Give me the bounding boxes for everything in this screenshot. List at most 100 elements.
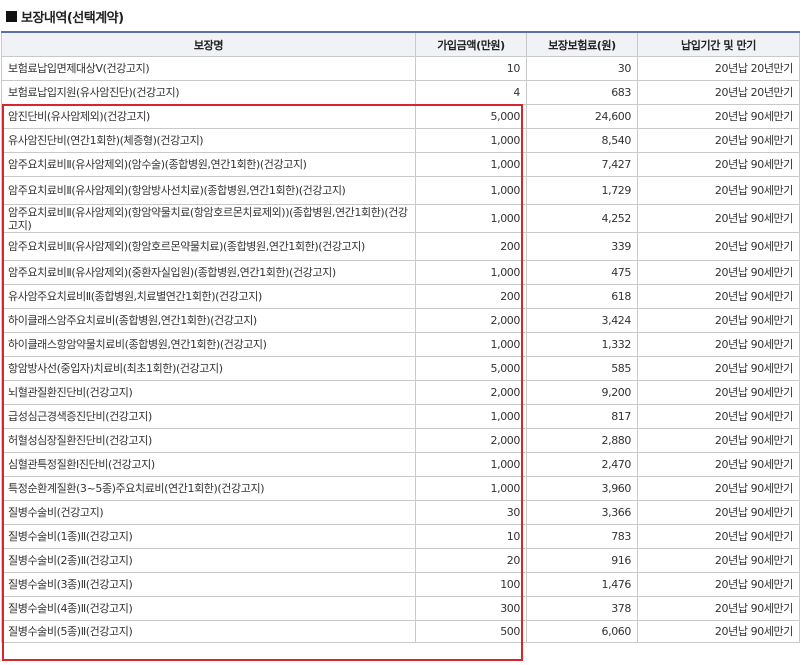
coverage-name-cell: 허혈성심장질환진단비(건강고지) bbox=[1, 428, 416, 453]
period-cell: 20년납 90세만기 bbox=[637, 404, 800, 429]
table-row: 하이클래스항암약물치료비(종합병원,연간1회한)(건강고지) 1,000 1,332… bbox=[1, 332, 800, 357]
period-cell: 20년납 90세만기 bbox=[637, 104, 800, 129]
section-title-text: 보장내역(선택계약) bbox=[21, 10, 124, 26]
table-row: 질병수술비(4종)Ⅱ(건강고지) 300 378 20년납 90세만기 bbox=[1, 596, 800, 621]
period-cell: 20년납 90세만기 bbox=[637, 596, 800, 621]
period-cell: 20년납 90세만기 bbox=[637, 356, 800, 381]
amount-cell: 1,000 bbox=[415, 404, 527, 429]
premium-cell: 585 bbox=[526, 356, 638, 381]
table-row: 하이클래스암주요치료비(종합병원,연간1회한)(건강고지) 2,000 3,424 2… bbox=[1, 308, 800, 333]
period-cell: 20년납 20년만기 bbox=[637, 56, 800, 81]
amount-cell: 2,000 bbox=[415, 380, 527, 405]
amount-cell: 500 bbox=[415, 620, 527, 643]
col-header-period: 납입기간 및 만기 bbox=[637, 31, 800, 57]
table-body: 보험료납입면제대상Ⅴ(건강고지) 10 30 20년납 20년만기 보험료납입지원(유사… bbox=[1, 56, 800, 643]
coverage-name-cell: 보험료납입면제대상Ⅴ(건강고지) bbox=[1, 56, 416, 81]
period-cell: 20년납 90세만기 bbox=[637, 500, 800, 525]
period-cell: 20년납 90세만기 bbox=[637, 452, 800, 477]
amount-cell: 1,000 bbox=[415, 128, 527, 153]
premium-cell: 2,470 bbox=[526, 452, 638, 477]
premium-cell: 4,252 bbox=[526, 204, 638, 233]
period-cell: 20년납 90세만기 bbox=[637, 308, 800, 333]
table-row: 질병수술비(건강고지) 30 3,366 20년납 90세만기 bbox=[1, 500, 800, 525]
amount-cell: 200 bbox=[415, 232, 527, 261]
coverage-name-cell: 암주요치료비Ⅱ(유사암제외)(항암방사선치료)(종합병원,연간1회한)(건강고지… bbox=[1, 176, 416, 205]
table-row: 허혈성심장질환진단비(건강고지) 2,000 2,880 20년납 90세만기 bbox=[1, 428, 800, 453]
coverage-name-cell: 암주요치료비Ⅱ(유사암제외)(항암약물치료(항암호르몬치료제외))(종합병원,연… bbox=[1, 204, 416, 233]
coverage-name-cell: 질병수술비(3종)Ⅱ(건강고지) bbox=[1, 572, 416, 597]
premium-cell: 3,960 bbox=[526, 476, 638, 501]
table-row: 보험료납입면제대상Ⅴ(건강고지) 10 30 20년납 20년만기 bbox=[1, 56, 800, 81]
table-row: 급성심근경색증진단비(건강고지) 1,000 817 20년납 90세만기 bbox=[1, 404, 800, 429]
coverage-name-cell: 급성심근경색증진단비(건강고지) bbox=[1, 404, 416, 429]
coverage-name-cell: 하이클래스암주요치료비(종합병원,연간1회한)(건강고지) bbox=[1, 308, 416, 333]
period-cell: 20년납 90세만기 bbox=[637, 572, 800, 597]
premium-cell: 6,060 bbox=[526, 620, 638, 643]
period-cell: 20년납 20년만기 bbox=[637, 80, 800, 105]
amount-cell: 1,000 bbox=[415, 260, 527, 285]
premium-cell: 378 bbox=[526, 596, 638, 621]
premium-cell: 339 bbox=[526, 232, 638, 261]
table-row: 암주요치료비Ⅱ(유사암제외)(항암약물치료(항암호르몬치료제외))(종합병원,연… bbox=[1, 204, 800, 233]
coverage-name-cell: 암진단비(유사암제외)(건강고지) bbox=[1, 104, 416, 129]
period-cell: 20년납 90세만기 bbox=[637, 380, 800, 405]
table-row: 암진단비(유사암제외)(건강고지) 5,000 24,600 20년납 90세만기 bbox=[1, 104, 800, 129]
table-row: 유사암주요치료비Ⅱ(종합병원,치료별연간1회한)(건강고지) 200 618 20년납… bbox=[1, 284, 800, 309]
coverage-name-cell: 유사암주요치료비Ⅱ(종합병원,치료별연간1회한)(건강고지) bbox=[1, 284, 416, 309]
amount-cell: 200 bbox=[415, 284, 527, 309]
coverage-name-cell: 질병수술비(건강고지) bbox=[1, 500, 416, 525]
amount-cell: 300 bbox=[415, 596, 527, 621]
premium-cell: 2,880 bbox=[526, 428, 638, 453]
amount-cell: 1,000 bbox=[415, 476, 527, 501]
premium-cell: 683 bbox=[526, 80, 638, 105]
col-header-coverage-name: 보장명 bbox=[1, 31, 416, 57]
coverage-name-cell: 하이클래스항암약물치료비(종합병원,연간1회한)(건강고지) bbox=[1, 332, 416, 357]
table-row: 보험료납입지원(유사암진단)(건강고지) 4 683 20년납 20년만기 bbox=[1, 80, 800, 105]
period-cell: 20년납 90세만기 bbox=[637, 128, 800, 153]
coverage-name-cell: 질병수술비(2종)Ⅱ(건강고지) bbox=[1, 548, 416, 573]
table-row: 특정순환계질환(3~5종)주요치료비(연간1회한)(건강고지) 1,000 3,96… bbox=[1, 476, 800, 501]
table-row: 질병수술비(5종)Ⅱ(건강고지) 500 6,060 20년납 90세만기 bbox=[1, 620, 800, 643]
premium-cell: 8,540 bbox=[526, 128, 638, 153]
coverage-name-cell: 암주요치료비Ⅱ(유사암제외)(암수술)(종합병원,연간1회한)(건강고지) bbox=[1, 152, 416, 177]
coverage-name-cell: 심혈관특정질환Ⅰ진단비(건강고지) bbox=[1, 452, 416, 477]
period-cell: 20년납 90세만기 bbox=[637, 524, 800, 549]
amount-cell: 100 bbox=[415, 572, 527, 597]
table-row: 질병수술비(3종)Ⅱ(건강고지) 100 1,476 20년납 90세만기 bbox=[1, 572, 800, 597]
table-row: 암주요치료비Ⅱ(유사암제외)(항암호르몬약물치료)(종합병원,연간1회한)(건강… bbox=[1, 232, 800, 261]
amount-cell: 1,000 bbox=[415, 152, 527, 177]
amount-cell: 2,000 bbox=[415, 428, 527, 453]
period-cell: 20년납 90세만기 bbox=[637, 204, 800, 233]
col-header-amount: 가입금액(만원) bbox=[415, 31, 527, 57]
amount-cell: 30 bbox=[415, 500, 527, 525]
table-row: 암주요치료비Ⅱ(유사암제외)(암수술)(종합병원,연간1회한)(건강고지) 1,0… bbox=[1, 152, 800, 177]
coverage-name-cell: 유사암진단비(연간1회한)(체증형)(건강고지) bbox=[1, 128, 416, 153]
premium-cell: 475 bbox=[526, 260, 638, 285]
premium-cell: 618 bbox=[526, 284, 638, 309]
period-cell: 20년납 90세만기 bbox=[637, 476, 800, 501]
amount-cell: 10 bbox=[415, 524, 527, 549]
table-row: 질병수술비(2종)Ⅱ(건강고지) 20 916 20년납 90세만기 bbox=[1, 548, 800, 573]
amount-cell: 1,000 bbox=[415, 452, 527, 477]
premium-cell: 1,332 bbox=[526, 332, 638, 357]
premium-cell: 3,366 bbox=[526, 500, 638, 525]
period-cell: 20년납 90세만기 bbox=[637, 548, 800, 573]
amount-cell: 1,000 bbox=[415, 204, 527, 233]
period-cell: 20년납 90세만기 bbox=[637, 232, 800, 261]
coverage-name-cell: 암주요치료비Ⅱ(유사암제외)(항암호르몬약물치료)(종합병원,연간1회한)(건강… bbox=[1, 232, 416, 261]
premium-cell: 783 bbox=[526, 524, 638, 549]
premium-cell: 1,476 bbox=[526, 572, 638, 597]
premium-cell: 817 bbox=[526, 404, 638, 429]
amount-cell: 2,000 bbox=[415, 308, 527, 333]
period-cell: 20년납 90세만기 bbox=[637, 620, 800, 643]
table-row: 암주요치료비Ⅱ(유사암제외)(항암방사선치료)(종합병원,연간1회한)(건강고지… bbox=[1, 176, 800, 205]
coverage-name-cell: 질병수술비(5종)Ⅱ(건강고지) bbox=[1, 620, 416, 643]
table-row: 질병수술비(1종)Ⅱ(건강고지) 10 783 20년납 90세만기 bbox=[1, 524, 800, 549]
premium-cell: 24,600 bbox=[526, 104, 638, 129]
period-cell: 20년납 90세만기 bbox=[637, 332, 800, 357]
table-row: 뇌혈관질환진단비(건강고지) 2,000 9,200 20년납 90세만기 bbox=[1, 380, 800, 405]
table-row: 항암방사선(중입자)치료비(최초1회한)(건강고지) 5,000 585 20년납 9… bbox=[1, 356, 800, 381]
amount-cell: 20 bbox=[415, 548, 527, 573]
amount-cell: 10 bbox=[415, 56, 527, 81]
period-cell: 20년납 90세만기 bbox=[637, 152, 800, 177]
